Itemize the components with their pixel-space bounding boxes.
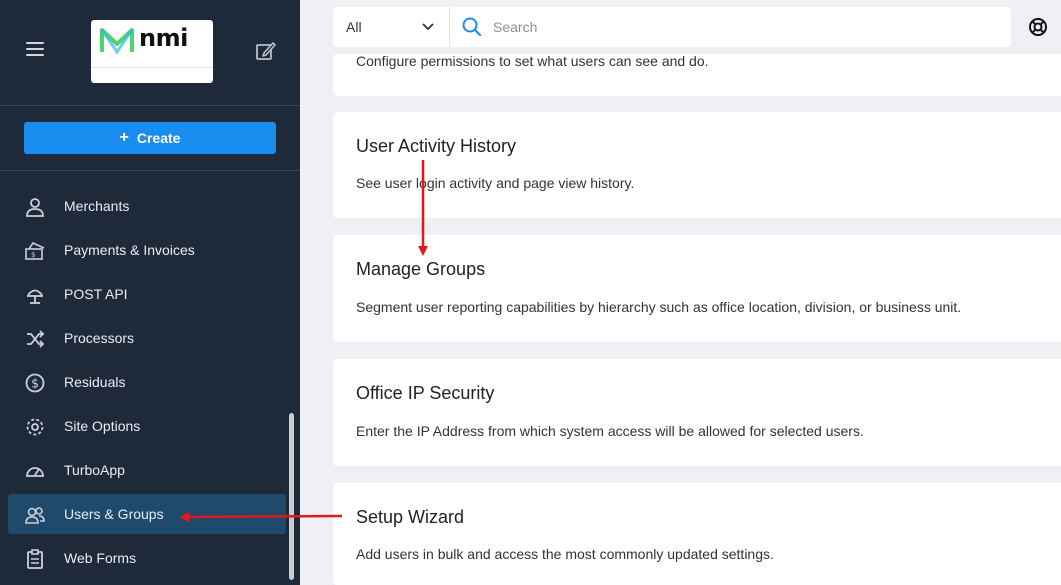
nmi-logo-icon — [100, 28, 134, 55]
search-filter-select[interactable]: All — [333, 7, 450, 47]
shuffle-icon — [27, 330, 45, 348]
sidebar-item-turboapp[interactable]: TurboApp — [8, 450, 286, 490]
create-button-label: Create — [136, 130, 181, 146]
svg-text:$: $ — [31, 377, 39, 391]
sidebar-item-merchants[interactable]: Merchants — [8, 186, 286, 226]
users-icon — [25, 507, 45, 524]
card-title: Manage Groups — [356, 259, 486, 279]
sidebar-item-label: POST API — [64, 286, 128, 302]
sidebar-item-label: Users & Groups — [64, 506, 164, 522]
payments-icon: $ — [25, 241, 45, 260]
divider — [0, 170, 300, 171]
card-setup-wizard[interactable]: Setup Wizard Add users in bulk and acces… — [333, 483, 1061, 585]
card-description: See user login activity and page view hi… — [356, 175, 635, 191]
api-icon — [27, 289, 43, 304]
sidebar-item-label: Site Options — [64, 418, 141, 434]
chevron-down-icon — [422, 23, 434, 31]
card-description: Configure permissions to set what users … — [356, 53, 709, 69]
card-manage-groups[interactable]: Manage Groups Segment user reporting cap… — [333, 235, 1061, 342]
sidebar-item-users-groups[interactable]: Users & Groups — [8, 494, 286, 534]
svg-text:$: $ — [31, 251, 35, 259]
filter-value: All — [346, 19, 362, 35]
card-description: Enter the IP Address from which system a… — [356, 423, 864, 439]
card-title: User Activity History — [356, 136, 517, 156]
search-icon — [462, 17, 482, 37]
sidebar-item-label: Web Forms — [64, 550, 137, 566]
plus-icon: + — [119, 129, 129, 146]
sidebar-item-residuals[interactable]: $ Residuals — [8, 362, 286, 402]
create-button[interactable]: + Create — [24, 122, 276, 154]
user-icon — [26, 198, 44, 217]
card-description: Add users in bulk and access the most co… — [356, 546, 774, 562]
sidebar-item-payments-invoices[interactable]: $ Payments & Invoices — [8, 230, 286, 270]
logo-divider — [91, 67, 213, 68]
search-input[interactable] — [493, 15, 993, 39]
sidebar-item-web-forms[interactable]: Web Forms — [8, 538, 286, 578]
sidebar-item-label: Payments & Invoices — [64, 242, 195, 258]
sidebar-item-label: TurboApp — [64, 462, 125, 478]
sidebar-item-site-options[interactable]: Site Options — [8, 406, 286, 446]
sidebar-item-post-api[interactable]: POST API — [8, 274, 286, 314]
sidebar-scrollbar[interactable] — [289, 413, 294, 580]
sidebar-item-label: Processors — [64, 330, 135, 346]
card-permissions[interactable]: Configure permissions to set what users … — [333, 53, 1061, 96]
divider — [0, 105, 300, 106]
logo[interactable]: nmi — [91, 20, 213, 83]
gear-icon — [26, 418, 44, 436]
dollar-circle-icon: $ — [25, 373, 45, 393]
card-title: Setup Wizard — [356, 507, 465, 527]
help-lifebuoy-icon[interactable] — [1028, 17, 1048, 37]
gauge-icon — [26, 467, 44, 477]
sidebar: nmi + Create Merchants $ Payments & Invo… — [0, 0, 300, 585]
clipboard-icon — [27, 549, 43, 569]
hamburger-menu-icon[interactable] — [26, 42, 44, 58]
search-bar: All — [333, 7, 1011, 47]
card-user-activity-history[interactable]: User Activity History See user login act… — [333, 112, 1061, 218]
edit-icon[interactable] — [255, 40, 277, 62]
sidebar-item-label: Residuals — [64, 374, 126, 390]
sidebar-item-processors[interactable]: Processors — [8, 318, 286, 358]
card-title: Office IP Security — [356, 383, 495, 403]
logo-text: nmi — [139, 24, 188, 52]
sidebar-item-label: Merchants — [64, 198, 130, 214]
card-description: Segment user reporting capabilities by h… — [356, 299, 962, 315]
card-office-ip-security[interactable]: Office IP Security Enter the IP Address … — [333, 359, 1061, 466]
